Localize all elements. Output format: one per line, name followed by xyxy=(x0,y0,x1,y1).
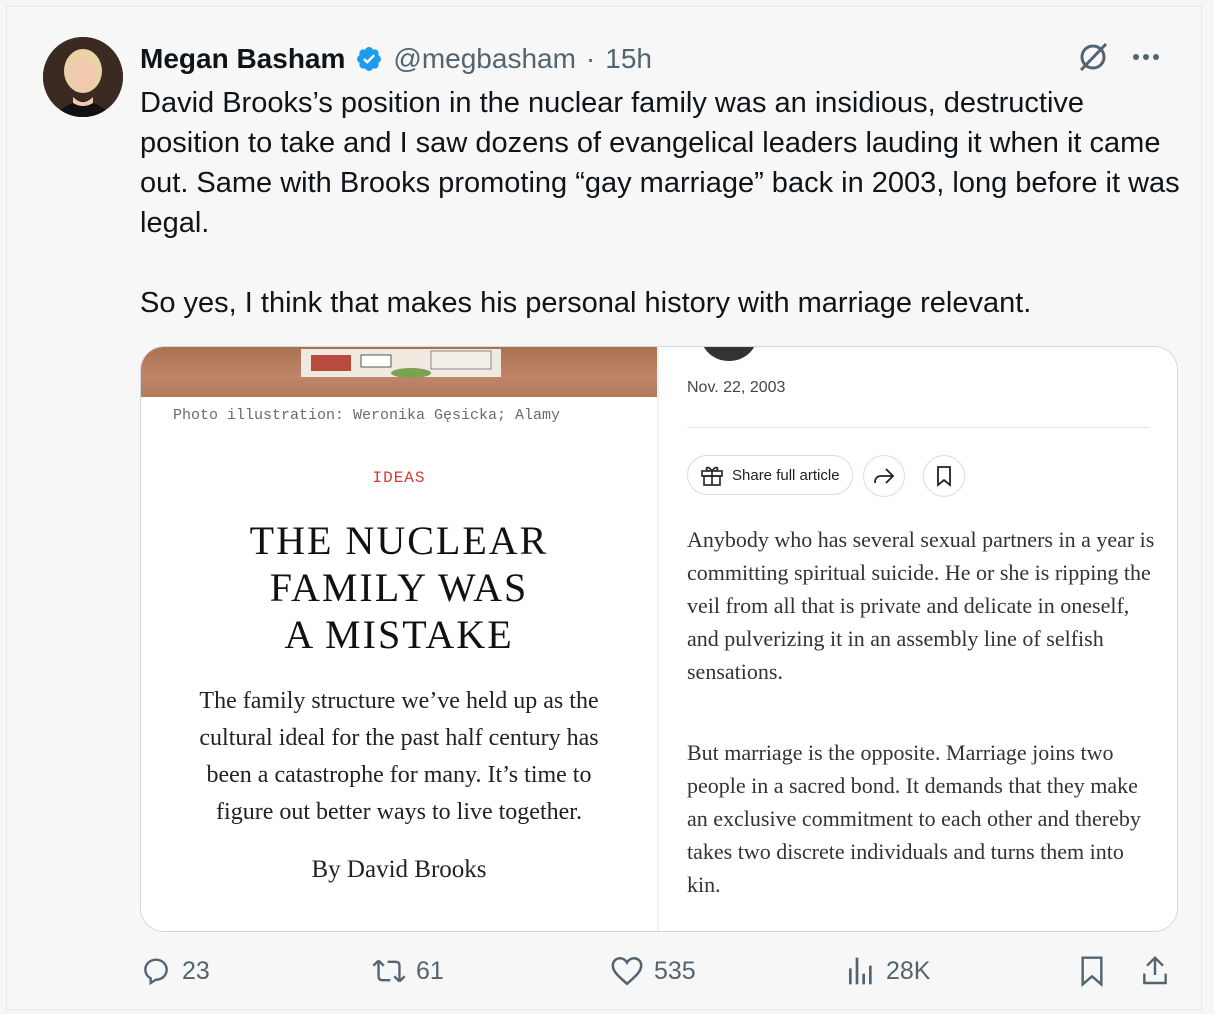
article-headline: THE NUCLEAR FAMILY WAS A MISTAKE xyxy=(249,518,549,657)
like-count: 535 xyxy=(654,956,696,985)
views-count: 28K xyxy=(886,956,931,985)
article-screenshot-right: Nov. 22, 2003 Share full article Anybody… xyxy=(659,347,1177,931)
separator: · xyxy=(585,43,596,74)
grok-icon[interactable] xyxy=(1075,39,1111,75)
section-label: IDEAS xyxy=(372,469,426,487)
article-byline: By David Brooks xyxy=(311,856,487,883)
verified-badge-icon xyxy=(355,45,383,73)
repost-button[interactable]: 61 xyxy=(372,955,444,987)
author-handle[interactable]: @megbasham xyxy=(393,43,576,75)
reply-button[interactable]: 23 xyxy=(140,955,210,987)
article-dek: The family structure we’ve held up as th… xyxy=(199,688,599,825)
author-name[interactable]: Megan Basham xyxy=(140,43,345,75)
bookmark-icon xyxy=(936,465,952,487)
tweet-header: Megan Basham @megbasham · 15h xyxy=(140,39,652,79)
share-arrow-button xyxy=(863,455,905,497)
views-icon xyxy=(846,955,876,987)
avatar[interactable] xyxy=(43,37,123,117)
photo-credit: Photo illustration: Weronika Gęsicka; Al… xyxy=(173,407,561,424)
bookmark-icon xyxy=(1078,955,1106,987)
article-date: Nov. 22, 2003 xyxy=(687,379,786,396)
views-button[interactable]: 28K xyxy=(846,955,930,987)
photo-illustration xyxy=(141,347,657,397)
top-icons xyxy=(1075,39,1161,75)
share-arrow-icon xyxy=(872,466,896,486)
gift-icon xyxy=(700,464,724,486)
author-photo-partial xyxy=(701,347,757,361)
repost-icon xyxy=(372,955,406,987)
tweet-text: David Brooks’s position in the nuclear f… xyxy=(140,87,1180,319)
share-icon xyxy=(1140,955,1170,987)
save-article-button xyxy=(923,455,965,497)
reply-icon xyxy=(140,955,172,987)
tweet-card[interactable]: Megan Basham @megbasham · 15h David Broo… xyxy=(6,6,1202,1010)
article-paragraph-2: But marriage is the opposite. Marriage j… xyxy=(687,740,1141,897)
share-full-article-button: Share full article xyxy=(687,455,853,495)
divider xyxy=(687,427,1149,428)
article-screenshot-left: Photo illustration: Weronika Gęsicka; Al… xyxy=(141,347,657,931)
article-paragraph-1: Anybody who has several sexual partners … xyxy=(687,527,1155,684)
attached-image[interactable]: Photo illustration: Weronika Gęsicka; Al… xyxy=(140,346,1178,932)
reply-count: 23 xyxy=(182,956,210,985)
bookmark-button[interactable] xyxy=(1078,955,1106,987)
heart-icon xyxy=(610,955,644,987)
more-icon[interactable] xyxy=(1131,52,1161,62)
share-full-article-label: Share full article xyxy=(732,466,840,484)
timestamp[interactable]: 15h xyxy=(605,43,652,75)
repost-count: 61 xyxy=(416,956,444,985)
share-button[interactable] xyxy=(1140,955,1170,987)
tweet-actions: 23 61 535 28K xyxy=(140,955,1180,999)
like-button[interactable]: 535 xyxy=(610,955,696,987)
